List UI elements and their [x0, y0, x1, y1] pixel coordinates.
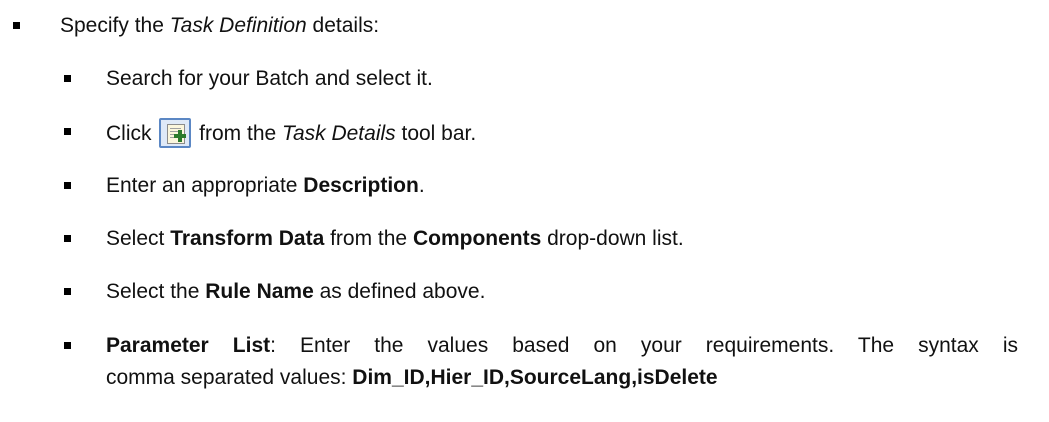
step-text: tool bar.	[395, 122, 477, 145]
step-select-component: Select Transform Data from the Component…	[106, 225, 684, 252]
parameter-list-term: Parameter List	[106, 334, 271, 357]
task-definition-instruction: Specify the Task Definition details:	[60, 12, 379, 39]
step-text: Search for your Batch and select it.	[106, 67, 433, 90]
step-text: drop-down list.	[541, 227, 684, 250]
parameter-syntax: Dim_ID,Hier_ID,SourceLang,isDelete	[352, 366, 718, 389]
step-text: Enter an appropriate	[106, 174, 304, 197]
step-text: as defined above.	[313, 280, 486, 303]
task-details-term: Task Details	[282, 122, 396, 145]
step-text: Select	[106, 227, 171, 250]
step-text: from the	[193, 122, 283, 145]
step-text: Click	[106, 122, 158, 145]
instruction-text: Specify the	[60, 14, 170, 37]
task-definition-term: Task Definition	[169, 14, 307, 37]
step-text: Select the	[106, 280, 206, 303]
transform-data-term: Transform Data	[170, 227, 325, 250]
bullet-marker	[64, 235, 71, 242]
step-text: from the	[324, 227, 413, 250]
parameter-list-line: Parameter List: Enter the values based o…	[106, 330, 1018, 362]
step-select-rule: Select the Rule Name as defined above.	[106, 278, 485, 305]
instruction-text: details:	[306, 14, 380, 37]
step-search-batch: Search for your Batch and select it.	[106, 65, 433, 92]
step-text: .	[418, 174, 425, 197]
bullet-marker	[64, 288, 71, 295]
bullet-marker	[13, 22, 20, 29]
components-term: Components	[412, 227, 542, 250]
step-parameter-list: Parameter List: Enter the values based o…	[106, 330, 1018, 394]
step-text: : Enter the values based on your require…	[270, 334, 1019, 357]
step-text: comma separated values:	[106, 366, 353, 389]
rule-name-term: Rule Name	[205, 280, 314, 303]
add-task-icon	[159, 118, 192, 148]
description-term: Description	[303, 174, 419, 197]
bullet-marker	[64, 75, 71, 82]
parameter-syntax-line: comma separated values: Dim_ID,Hier_ID,S…	[106, 362, 1018, 394]
bullet-marker	[64, 342, 71, 349]
bullet-marker	[64, 128, 71, 135]
step-click-add: Click from the Task Details tool bar.	[106, 118, 476, 148]
bullet-marker	[64, 182, 71, 189]
step-enter-description: Enter an appropriate Description.	[106, 172, 425, 199]
